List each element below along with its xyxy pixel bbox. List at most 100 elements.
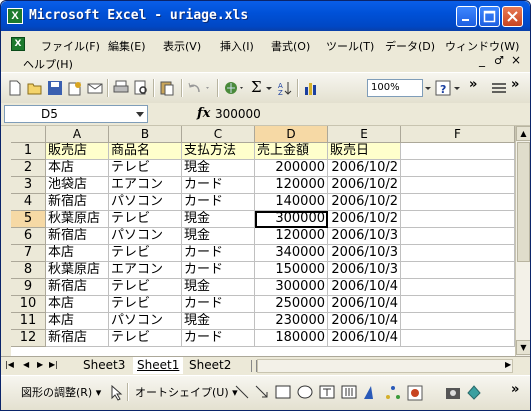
row-header-5[interactable]: 5 [11,211,46,228]
select-all-corner[interactable] [11,126,46,143]
cell-a4[interactable]: 新宿店 [46,194,109,211]
cell-c7[interactable]: カード [182,245,255,262]
print-preview-icon[interactable] [133,80,149,96]
menu-data[interactable]: データ(D) [385,38,435,54]
cell-c11[interactable]: 現金 [182,313,255,330]
toolbar-overflow-chevron-2[interactable]: » [511,77,519,92]
cell-f7[interactable] [401,245,515,262]
autosum-dropdown-arrow[interactable] [265,80,273,96]
save-icon[interactable] [47,80,63,96]
print-icon[interactable] [113,80,129,96]
name-box-dropdown-arrow[interactable] [136,111,144,119]
cell-d9[interactable]: 300000 [255,279,328,296]
vertical-text-box-icon[interactable] [341,385,357,399]
menu-insert[interactable]: 挿入(I) [220,38,254,54]
cell-a1[interactable]: 販売店 [46,143,109,160]
sort-ascending-icon[interactable]: AZ [277,80,293,96]
minimize-button[interactable] [456,6,477,27]
zoom-select[interactable]: 100% [367,79,423,97]
row-header-1[interactable]: 1 [11,143,46,160]
cell-e3[interactable]: 2006/10/2 [328,177,401,194]
scroll-right-button[interactable]: ▶ [505,360,511,369]
scroll-down-button[interactable]: ▼ [516,340,530,355]
cell-c6[interactable]: 現金 [182,228,255,245]
row-header-11[interactable]: 11 [11,313,46,330]
cell-a7[interactable]: 本店 [46,245,109,262]
row-header-10[interactable]: 10 [11,296,46,313]
cell-b12[interactable]: テレビ [109,330,182,347]
row-header-9[interactable]: 9 [11,279,46,296]
menu-tools[interactable]: ツール(T) [326,38,374,54]
fill-color-icon[interactable] [465,383,483,401]
undo-icon[interactable] [187,80,213,96]
cell-e6[interactable]: 2006/10/3 [328,228,401,245]
cell-f3[interactable] [401,177,515,194]
column-header-c[interactable]: C [182,126,255,143]
cell-a3[interactable]: 池袋店 [46,177,109,194]
menu-view[interactable]: 表示(V) [163,38,201,54]
select-objects-icon[interactable] [111,385,123,401]
oval-icon[interactable] [297,385,313,399]
cell-c9[interactable]: 現金 [182,279,255,296]
column-header-a[interactable]: A [46,126,109,143]
excel-app-icon[interactable]: X [7,8,23,24]
scroll-thumb[interactable] [517,142,530,262]
text-box-icon[interactable] [319,385,335,399]
cell-c8[interactable]: カード [182,262,255,279]
doc-close-button[interactable]: × [511,53,521,67]
autoshapes-menu[interactable]: オートシェイプ(U) ▾ [135,384,238,400]
column-header-b[interactable]: B [109,126,182,143]
insert-function-icon[interactable]: fx [197,106,210,121]
menu-edit[interactable]: 編集(E) [108,38,146,54]
column-header-f[interactable]: F [401,126,515,143]
workbook-icon[interactable]: X [11,37,25,51]
cell-f12[interactable] [401,330,515,347]
maximize-button[interactable] [479,6,500,27]
hyperlink-icon[interactable] [223,80,245,96]
email-icon[interactable] [87,80,103,96]
cell-d5[interactable]: 300000 [255,211,328,228]
drawing-toolbar-overflow-chevron[interactable]: » [511,382,519,397]
cell-d11[interactable]: 230000 [255,313,328,330]
cell-a9[interactable]: 新宿店 [46,279,109,296]
cell-b9[interactable]: テレビ [109,279,182,296]
align-icon[interactable] [491,80,507,96]
doc-restore-button[interactable]: ♂ [494,54,504,67]
permission-icon[interactable] [67,80,83,96]
cell-d4[interactable]: 140000 [255,194,328,211]
row-header-7[interactable]: 7 [11,245,46,262]
cell-c1[interactable]: 支払方法 [182,143,255,160]
cell-a6[interactable]: 新宿店 [46,228,109,245]
menu-file[interactable]: ファイル(F) [41,38,100,54]
cell-b3[interactable]: エアコン [109,177,182,194]
cell-c2[interactable]: 現金 [182,160,255,177]
cell-e4[interactable]: 2006/10/2 [328,194,401,211]
row-header-3[interactable]: 3 [11,177,46,194]
cell-f8[interactable] [401,262,515,279]
prev-sheet-icon[interactable]: ◀ [23,360,29,369]
tab-sheet1[interactable]: Sheet1 [133,357,184,374]
cell-f6[interactable] [401,228,515,245]
cell-a11[interactable]: 本店 [46,313,109,330]
arrow-icon[interactable] [255,385,269,399]
column-header-d[interactable]: D [255,126,328,143]
formula-input[interactable]: 300000 [215,107,261,121]
diagram-icon[interactable] [385,385,401,401]
cell-a12[interactable]: 新宿店 [46,330,109,347]
cell-f5[interactable] [401,211,515,228]
scroll-up-button[interactable]: ▲ [516,126,530,141]
insert-picture-icon[interactable] [445,385,461,401]
worksheet-grid[interactable]: A B C D E F 1 販売店 商品名 支払方法 売上金額 販売日 2 本店 テレビ 現金 200000 20… [11,126,515,356]
clipart-icon[interactable] [407,385,423,401]
row-header-2[interactable]: 2 [11,160,46,177]
cell-c5[interactable]: 現金 [182,211,255,228]
cell-d10[interactable]: 250000 [255,296,328,313]
row-header-6[interactable]: 6 [11,228,46,245]
cell-a2[interactable]: 本店 [46,160,109,177]
row-header-8[interactable]: 8 [11,262,46,279]
cell-e7[interactable]: 2006/10/3 [328,245,401,262]
next-sheet-icon[interactable]: ▶ [37,360,43,369]
cell-c4[interactable]: カード [182,194,255,211]
cell-b4[interactable]: パソコン [109,194,182,211]
cell-e2[interactable]: 2006/10/2 [328,160,401,177]
